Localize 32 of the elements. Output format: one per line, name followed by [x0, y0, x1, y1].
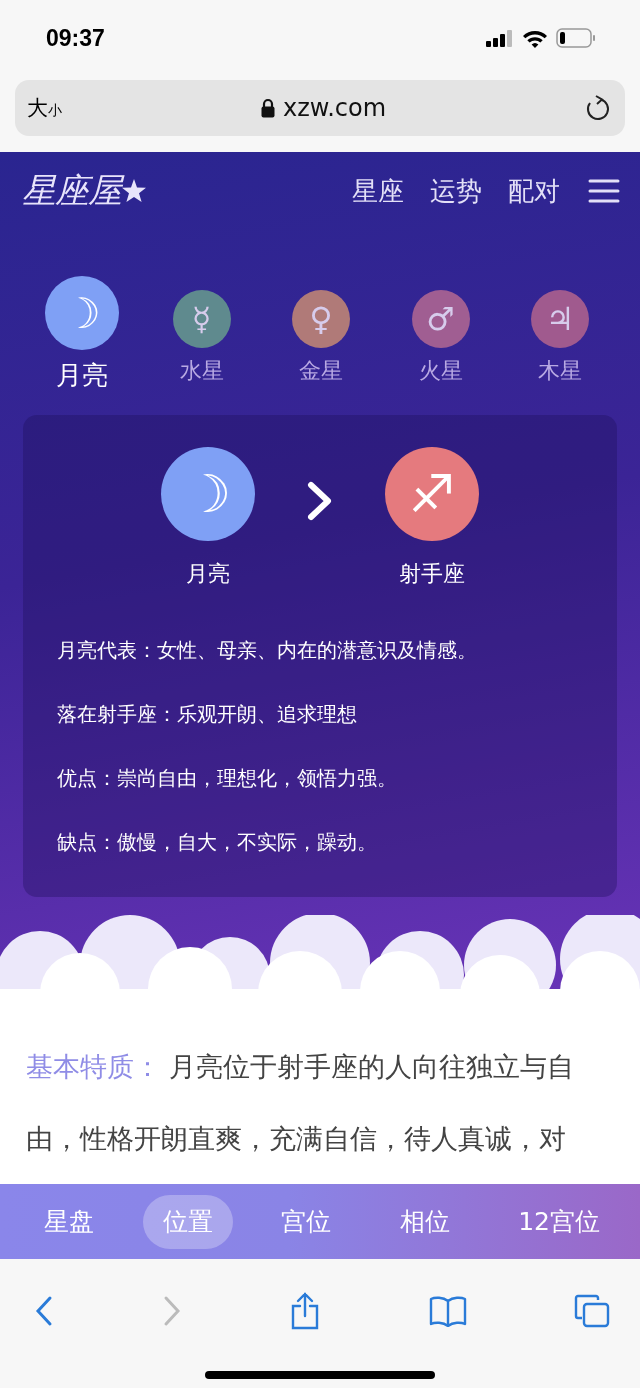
section-tab[interactable]: 相位 [379, 1194, 470, 1249]
planet-tab[interactable]: ☽ 月亮 [26, 276, 138, 393]
sign-name: 射手座 [399, 560, 465, 588]
planet-symbol: ♀ [292, 290, 350, 348]
clock-time: 09:37 [46, 24, 105, 52]
planet-tab[interactable]: ♀ 金星 [265, 276, 377, 393]
planet-tab[interactable]: ♂ 火星 [384, 276, 497, 393]
planet-name: 月亮 [186, 560, 230, 588]
body-text: 由，性格开朗直爽，充满自信，待人真诚，对 [26, 1123, 566, 1154]
text-size-button[interactable]: 大小 [27, 94, 62, 122]
planet-tab[interactable]: ♃ 木星 [504, 276, 616, 393]
planet-symbol: ☽ [45, 276, 119, 350]
section-label: 基本特质： [26, 1051, 161, 1082]
section-tab[interactable]: 星盘 [24, 1194, 114, 1249]
moon-symbol: ☽ [161, 447, 255, 541]
url-text: xzw.com [282, 94, 387, 122]
trait-line: 月亮代表：女性、母亲、内在的潜意识及情感。 [57, 637, 478, 664]
section-tab[interactable]: 宫位 [261, 1194, 352, 1249]
sagittarius-symbol: ♐ [385, 447, 479, 541]
trait-line: 优点：崇尚自由，理想化，领悟力强。 [57, 765, 398, 792]
section-tab[interactable]: 12宫位 [498, 1194, 620, 1249]
nav-link[interactable]: 运势 [430, 173, 482, 209]
planet-tab[interactable]: ☿ 水星 [145, 276, 258, 393]
planet-symbol: ♃ [531, 290, 589, 348]
address-bar[interactable]: 大小 xzw.com [15, 80, 625, 136]
body-text: 月亮位于射手座的人向往独立与自 [169, 1051, 574, 1082]
trait-line: 落在射手座：乐观开朗、追求理想 [57, 701, 358, 728]
planet-symbol: ☿ [172, 290, 231, 348]
planet-symbol: ♂ [411, 290, 470, 348]
trait-line: 缺点：傲慢，自大，不实际，躁动。 [57, 829, 378, 856]
nav-link[interactable]: 星座 [352, 173, 404, 209]
nav-link[interactable]: 配对 [508, 173, 560, 209]
